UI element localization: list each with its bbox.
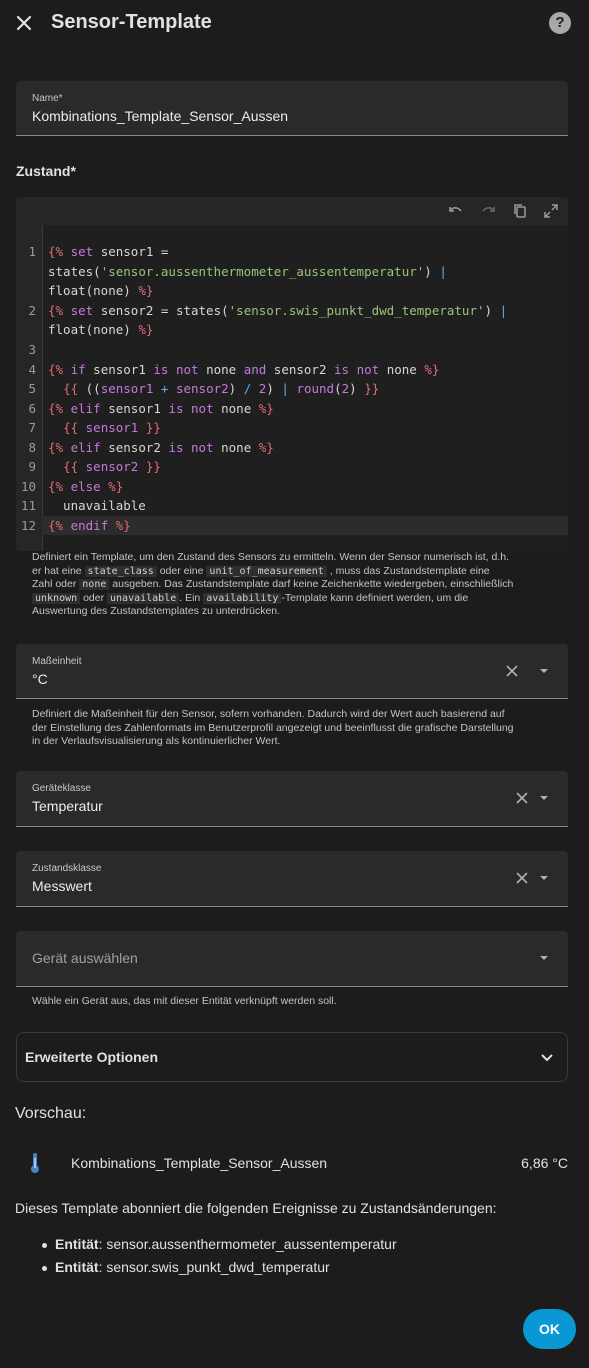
- subscription-item: Entität: sensor.aussenthermometer_aussen…: [42, 1236, 397, 1252]
- help-icon[interactable]: ?: [549, 12, 571, 34]
- helper-fragment: Zahl oder: [32, 578, 77, 590]
- state-class-value[interactable]: Messwert: [32, 878, 92, 894]
- state-section-label: Zustand*: [16, 163, 76, 179]
- code-line[interactable]: {% set sensor1 =: [48, 244, 168, 259]
- line-number: 1: [28, 244, 36, 259]
- line-number: 4: [28, 362, 36, 377]
- preview-entity-name: Kombinations_Template_Sensor_Aussen: [71, 1155, 328, 1171]
- code-line[interactable]: {% set sensor2 = states('sensor.swis_pun…: [48, 303, 507, 318]
- chevron-down-icon: [541, 1054, 553, 1062]
- unit-field[interactable]: Maßeinheit °C: [16, 644, 568, 699]
- name-field[interactable]: Name* Kombinations_Template_Sensor_Ausse…: [16, 81, 568, 136]
- dropdown-arrow-icon[interactable]: [538, 872, 550, 884]
- thermometer-icon: [31, 1153, 39, 1173]
- dropdown-arrow-icon[interactable]: [538, 792, 550, 804]
- helper-line: Definiert die Maßeinheit für den Sensor,…: [32, 708, 505, 720]
- subscription-entity: : sensor.swis_punkt_dwd_temperatur: [98, 1259, 330, 1275]
- line-number: 2: [28, 303, 36, 318]
- preview-title: Vorschau:: [15, 1105, 87, 1122]
- line-number: 3: [28, 342, 36, 357]
- code-line[interactable]: {% if sensor1 is not none and sensor2 is…: [48, 362, 439, 377]
- line-number: 9: [28, 459, 36, 474]
- subscription-item: Entität: sensor.swis_punkt_dwd_temperatu…: [42, 1259, 330, 1275]
- code-line[interactable]: {% elif sensor1 is not none %}: [48, 401, 274, 416]
- subscription-prefix: Entität: [55, 1259, 99, 1275]
- helper-fragment: . Ein: [179, 591, 201, 604]
- name-field-value[interactable]: Kombinations_Template_Sensor_Aussen: [32, 108, 288, 124]
- dropdown-arrow-icon[interactable]: [538, 952, 550, 964]
- helper-line: Definiert ein Template, um den Zustand d…: [32, 551, 510, 563]
- subscription-prefix: Entität: [55, 1236, 99, 1252]
- device-select-placeholder: Gerät auswählen: [32, 950, 138, 966]
- device-class-label: Geräteklasse: [32, 783, 91, 794]
- device-select-field[interactable]: Gerät auswählen: [16, 931, 568, 987]
- line-number: 10: [20, 479, 36, 494]
- clear-icon[interactable]: [504, 663, 520, 679]
- helper-code: unavailable: [107, 592, 180, 604]
- code-line[interactable]: unavailable: [48, 498, 146, 513]
- code-line[interactable]: {% elif sensor2 is not none %}: [48, 440, 274, 455]
- code-line[interactable]: states('sensor.aussenthermometer_aussent…: [48, 264, 447, 279]
- helper-code: none: [79, 579, 110, 590]
- line-number: 7: [28, 420, 36, 435]
- close-icon[interactable]: [12, 11, 36, 35]
- code-line[interactable]: {{ sensor1 }}: [48, 420, 161, 435]
- code-line[interactable]: float(none) %}: [48, 283, 153, 298]
- helper-code: unknown: [32, 592, 81, 604]
- device-helper-text: Wähle ein Gerät aus, das mit dieser Enti…: [32, 995, 337, 1007]
- line-number: 11: [20, 498, 36, 513]
- line-number: 12: [20, 518, 36, 533]
- code-line[interactable]: {{ sensor2 }}: [48, 459, 161, 474]
- ok-button[interactable]: OK: [523, 1309, 576, 1349]
- fullscreen-icon[interactable]: [542, 202, 560, 220]
- state-helper-text: Definiert ein Template, um den Zustand d…: [32, 551, 552, 619]
- code-line[interactable]: {% else %}: [48, 479, 123, 494]
- subscription-entity: : sensor.aussenthermometer_aussentempera…: [98, 1236, 397, 1252]
- helper-fragment: ausgeben. Das Zustandstemplate darf kein…: [112, 578, 514, 590]
- line-number: 8: [28, 440, 36, 455]
- state-class-label: Zustandsklasse: [32, 863, 102, 874]
- editor-toolbar: [16, 197, 568, 225]
- code-line[interactable]: {% endif %}: [48, 518, 131, 533]
- dialog-header: Sensor-Template ?: [0, 0, 589, 46]
- state-class-field[interactable]: Zustandsklasse Messwert: [16, 851, 568, 907]
- helper-code: state_class: [84, 565, 157, 577]
- clear-icon[interactable]: [514, 870, 530, 886]
- unit-helper-text: Definiert die Maßeinheit für den Sensor,…: [32, 708, 552, 749]
- line-number: 5: [28, 381, 36, 396]
- device-class-value[interactable]: Temperatur: [32, 798, 103, 814]
- dropdown-arrow-icon[interactable]: [538, 665, 550, 677]
- helper-fragment: oder: [83, 591, 105, 604]
- device-class-field[interactable]: Geräteklasse Temperatur: [16, 771, 568, 827]
- name-field-label: Name*: [32, 93, 63, 104]
- code-line[interactable]: float(none) %}: [48, 322, 153, 337]
- undo-icon[interactable]: [447, 202, 465, 220]
- redo-icon[interactable]: [479, 202, 497, 220]
- helper-fragment: -Template kann definiert werden, um die: [281, 591, 469, 604]
- advanced-options-expander[interactable]: Erweiterte Optionen: [16, 1032, 568, 1082]
- copy-icon[interactable]: [511, 202, 529, 220]
- helper-line: Zahl oder none ausgeben. Das Zustandstem…: [32, 578, 552, 592]
- helper-fragment: er hat eine: [32, 564, 82, 577]
- helper-fragment: oder eine: [159, 564, 204, 577]
- preview-entity-state: 6,86 °C: [521, 1155, 568, 1171]
- unit-field-value[interactable]: °C: [32, 671, 48, 687]
- helper-code: availability: [203, 592, 282, 604]
- advanced-options-label: Erweiterte Optionen: [25, 1049, 159, 1065]
- helper-fragment: , muss das Zustandstemplate eine: [329, 564, 490, 577]
- helper-code: unit_of_measurement: [206, 565, 327, 577]
- helper-line: Auswertung des Zustandstemplates zu unte…: [32, 605, 281, 617]
- line-number: 6: [28, 401, 36, 416]
- helper-line: der Einstellung des Zahlenformats im Ben…: [32, 721, 514, 734]
- helper-line: er hat eine state_class oder eine unit_o…: [32, 565, 552, 579]
- clear-icon[interactable]: [514, 790, 530, 806]
- unit-field-label: Maßeinheit: [32, 656, 82, 667]
- code-line[interactable]: {{ ((sensor1 + sensor2) / 2) | round(2) …: [48, 381, 379, 396]
- helper-line: in der Verlaufsvisualisierung als kontin…: [32, 735, 281, 747]
- helper-line: unknown oder unavailable. Ein availabili…: [32, 592, 552, 606]
- dialog-title: Sensor-Template: [51, 11, 212, 33]
- subscriptions-intro: Dieses Template abonniert die folgenden …: [15, 1200, 497, 1216]
